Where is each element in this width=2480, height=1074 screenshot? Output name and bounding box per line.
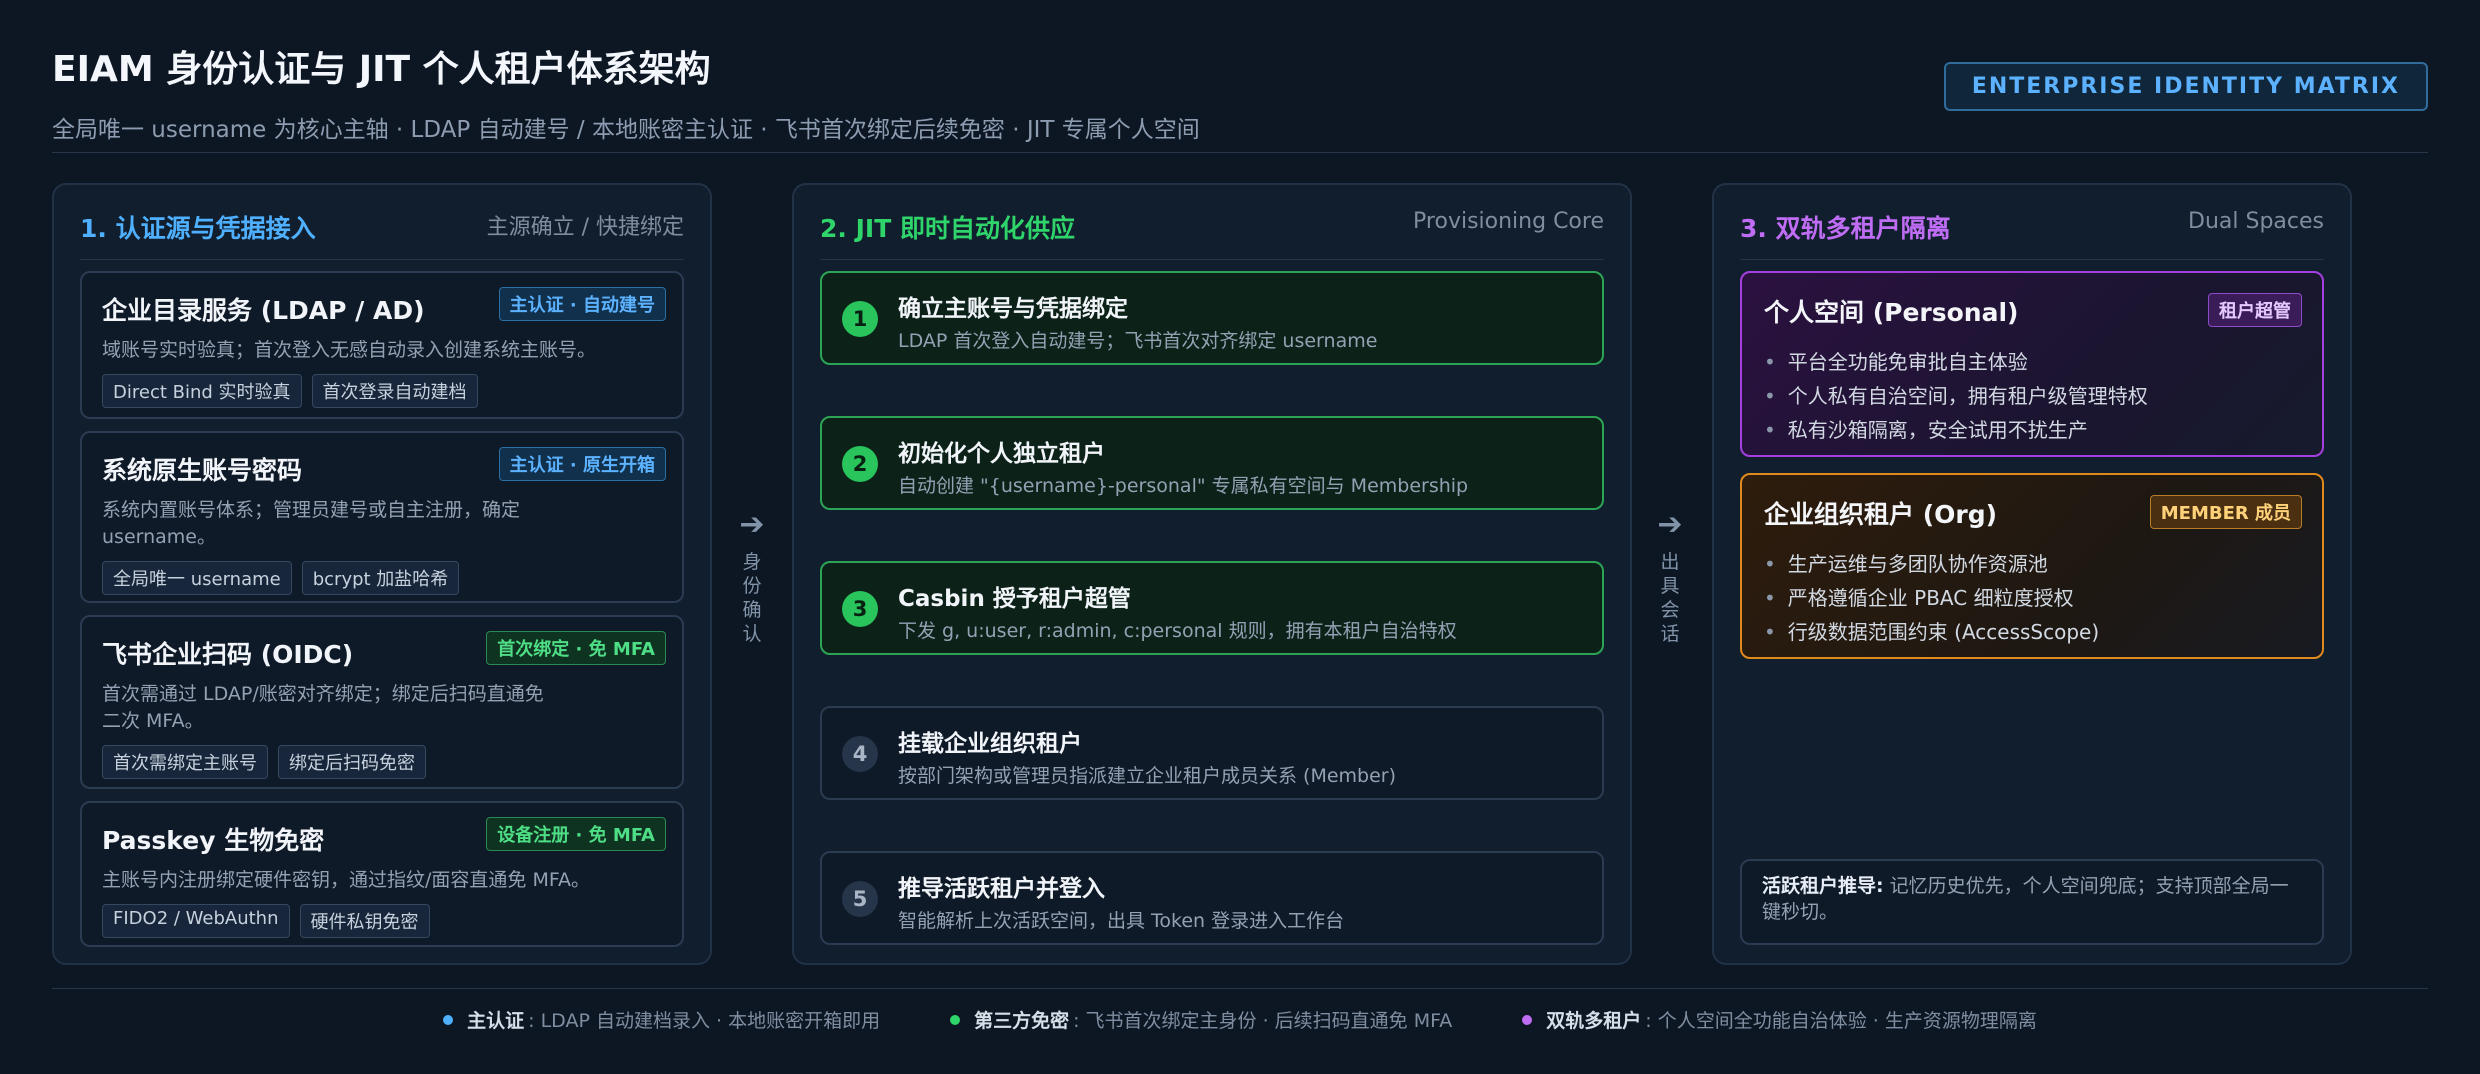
card-badge: 主认证 · 原生开箱 xyxy=(498,447,666,481)
chip: 全局唯一 username xyxy=(102,561,292,595)
chip-list: Direct Bind 实时验真 首次登录自动建档 xyxy=(102,374,662,408)
space-badge: MEMBER 成员 xyxy=(2149,495,2302,529)
chip: 首次需绑定主账号 xyxy=(102,745,268,779)
list-item: 行级数据范围约束 (AccessScope) xyxy=(1764,615,2300,649)
list-item: 生产运维与多团队协作资源池 xyxy=(1764,547,2300,581)
arrow-right-icon: ➔ xyxy=(1657,507,1683,542)
column-tag: Dual Spaces xyxy=(2188,209,2324,234)
step-title: 确立主账号与凭据绑定 xyxy=(898,296,1128,322)
header: EIAM 身份认证与 JIT 个人租户体系架构 全局唯一 username 为核… xyxy=(52,40,1200,144)
column-title: 3. 双轨多租户隔离 xyxy=(1740,214,1951,243)
step-5: 5 推导活跃租户并登入 智能解析上次活跃空间，出具 Token 登录进入工作台 xyxy=(820,851,1604,945)
hint-label: 活跃租户推导: xyxy=(1762,875,1884,897)
chip: bcrypt 加盐哈希 xyxy=(301,561,460,595)
step-1: 1 确立主账号与凭据绑定 LDAP 首次登入自动建号；飞书首次对齐绑定 user… xyxy=(820,271,1604,365)
legend-item-primary-auth: 主认证 : LDAP 自动建档录入 · 本地账密开箱即用 xyxy=(443,1006,880,1033)
active-tenant-hint: 活跃租户推导: 记忆历史优先，个人空间兜底；支持顶部全局一键秒切。 xyxy=(1740,859,2324,945)
legend-text: : LDAP 自动建档录入 · 本地账密开箱即用 xyxy=(528,1010,881,1032)
space-feature-list: 生产运维与多团队协作资源池 严格遵循企业 PBAC 细粒度授权 行级数据范围约束… xyxy=(1764,547,2300,649)
legend-label: 第三方免密 xyxy=(974,1010,1070,1032)
space-feature-list: 平台全功能免审批自主体验 个人私有自治空间，拥有租户级管理特权 私有沙箱隔离，安… xyxy=(1764,345,2300,447)
column-title: 1. 认证源与凭据接入 xyxy=(80,214,316,243)
chip: FIDO2 / WebAuthn xyxy=(102,904,290,938)
column-tag: 主源确立 / 快捷绑定 xyxy=(486,215,684,240)
legend: 主认证 : LDAP 自动建档录入 · 本地账密开箱即用 第三方免密 : 飞书首… xyxy=(0,1006,2480,1033)
column-header: 1. 认证源与凭据接入 主源确立 / 快捷绑定 xyxy=(80,209,684,260)
step-number: 2 xyxy=(842,446,878,482)
legend-text: : 个人空间全功能自治体验 · 生产资源物理隔离 xyxy=(1645,1010,2037,1032)
card-passkey: Passkey 生物免密 设备注册 · 免 MFA 主账号内注册绑定硬件密钥，通… xyxy=(80,801,684,947)
card-ldap: 企业目录服务 (LDAP / AD) 主认证 · 自动建号 域账号实时验真；首次… xyxy=(80,271,684,419)
page-subtitle: 全局唯一 username 为核心主轴 · LDAP 自动建号 / 本地账密主认… xyxy=(52,117,1200,143)
step-2: 2 初始化个人独立租户 自动创建 "{username}-personal" 专… xyxy=(820,416,1604,510)
step-title: 推导活跃租户并登入 xyxy=(898,876,1105,902)
personal-space-card: 个人空间 (Personal) 租户超管 平台全功能免审批自主体验 个人私有自治… xyxy=(1740,271,2324,457)
arrow-label: 身份确认 xyxy=(742,551,762,645)
column-auth-sources: 1. 认证源与凭据接入 主源确立 / 快捷绑定 企业目录服务 (LDAP / A… xyxy=(52,183,712,965)
column-dual-spaces: 3. 双轨多租户隔离 Dual Spaces 个人空间 (Personal) 租… xyxy=(1712,183,2352,965)
chip: 绑定后扫码免密 xyxy=(278,745,426,779)
legend-dot-icon xyxy=(1522,1014,1533,1025)
column-header: 2. JIT 即时自动化供应 Provisioning Core xyxy=(820,209,1604,260)
card-description: 系统内置账号体系；管理员建号或自主注册，确定 username。 xyxy=(102,499,521,548)
card-native-account: 系统原生账号密码 主认证 · 原生开箱 系统内置账号体系；管理员建号或自主注册，… xyxy=(80,431,684,603)
legend-label: 双轨多租户 xyxy=(1546,1010,1642,1032)
chip: Direct Bind 实时验真 xyxy=(102,374,302,408)
chip-list: 全局唯一 username bcrypt 加盐哈希 xyxy=(102,561,662,595)
legend-dot-icon xyxy=(443,1014,454,1025)
step-description: 智能解析上次活跃空间，出具 Token 登录进入工作台 xyxy=(898,910,1345,932)
chip-list: 首次需绑定主账号 绑定后扫码免密 xyxy=(102,745,662,779)
step-4: 4 挂载企业组织租户 按部门架构或管理员指派建立企业租户成员关系 (Member… xyxy=(820,706,1604,800)
step-title: Casbin 授予租户超管 xyxy=(898,586,1131,612)
list-item: 平台全功能免审批自主体验 xyxy=(1764,345,2300,379)
card-badge: 主认证 · 自动建号 xyxy=(498,287,666,321)
page-title: EIAM 身份认证与 JIT 个人租户体系架构 xyxy=(52,49,711,90)
flow-arrow-session: ➔ 出具会话 xyxy=(1652,510,1688,646)
column-jit-provisioning: 2. JIT 即时自动化供应 Provisioning Core 1 确立主账号… xyxy=(792,183,1632,965)
flow-arrow-identity: ➔ 身份确认 xyxy=(734,510,770,646)
column-header: 3. 双轨多租户隔离 Dual Spaces xyxy=(1740,209,2324,260)
legend-label: 主认证 xyxy=(467,1010,525,1032)
step-3: 3 Casbin 授予租户超管 下发 g, u:user, r:admin, c… xyxy=(820,561,1604,655)
step-description: 按部门架构或管理员指派建立企业租户成员关系 (Member) xyxy=(898,765,1397,787)
step-description: LDAP 首次登入自动建号；飞书首次对齐绑定 username xyxy=(898,330,1378,352)
step-title: 挂载企业组织租户 xyxy=(898,731,1082,757)
arrow-label: 出具会话 xyxy=(1660,551,1680,645)
list-item: 私有沙箱隔离，安全试用不扰生产 xyxy=(1764,413,2300,447)
list-item: 个人私有自治空间，拥有租户级管理特权 xyxy=(1764,379,2300,413)
chip: 硬件私钥免密 xyxy=(299,904,430,938)
step-number: 5 xyxy=(842,881,878,917)
column-title: 2. JIT 即时自动化供应 xyxy=(820,214,1075,243)
card-description: 域账号实时验真；首次登入无感自动录入创建系统主账号。 xyxy=(102,339,597,361)
legend-item-dual-tenant: 双轨多租户 : 个人空间全功能自治体验 · 生产资源物理隔离 xyxy=(1522,1006,2037,1033)
card-badge: 设备注册 · 免 MFA xyxy=(486,817,666,851)
header-divider xyxy=(52,152,2428,153)
card-feishu-oidc: 飞书企业扫码 (OIDC) 首次绑定 · 免 MFA 首次需通过 LDAP/账密… xyxy=(80,615,684,789)
step-number: 4 xyxy=(842,736,878,772)
card-badge: 首次绑定 · 免 MFA xyxy=(486,631,666,665)
step-number: 3 xyxy=(842,591,878,627)
chip-list: FIDO2 / WebAuthn 硬件私钥免密 xyxy=(102,904,662,938)
footer-divider xyxy=(52,988,2428,989)
chip: 首次登录自动建档 xyxy=(311,374,478,408)
step-title: 初始化个人独立租户 xyxy=(898,441,1105,467)
step-description: 下发 g, u:user, r:admin, c:personal 规则，拥有本… xyxy=(898,620,1457,642)
legend-text: : 飞书首次绑定主身份 · 后续扫码直通免 MFA xyxy=(1073,1010,1453,1032)
matrix-badge: ENTERPRISE IDENTITY MATRIX xyxy=(1943,62,2428,111)
space-badge: 租户超管 xyxy=(2208,293,2302,327)
org-tenant-card: 企业组织租户 (Org) MEMBER 成员 生产运维与多团队协作资源池 严格遵… xyxy=(1740,473,2324,659)
card-description: 首次需通过 LDAP/账密对齐绑定；绑定后扫码直通免二次 MFA。 xyxy=(102,683,544,732)
list-item: 严格遵循企业 PBAC 细粒度授权 xyxy=(1764,581,2300,615)
legend-item-third-party: 第三方免密 : 飞书首次绑定主身份 · 后续扫码直通免 MFA xyxy=(950,1006,1452,1033)
arrow-right-icon: ➔ xyxy=(739,507,765,542)
legend-dot-icon xyxy=(950,1014,961,1025)
step-number: 1 xyxy=(842,301,878,337)
column-tag: Provisioning Core xyxy=(1413,209,1604,234)
step-description: 自动创建 "{username}-personal" 专属私有空间与 Membe… xyxy=(898,475,1469,497)
card-description: 主账号内注册绑定硬件密钥，通过指纹/面容直通免 MFA。 xyxy=(102,869,591,891)
